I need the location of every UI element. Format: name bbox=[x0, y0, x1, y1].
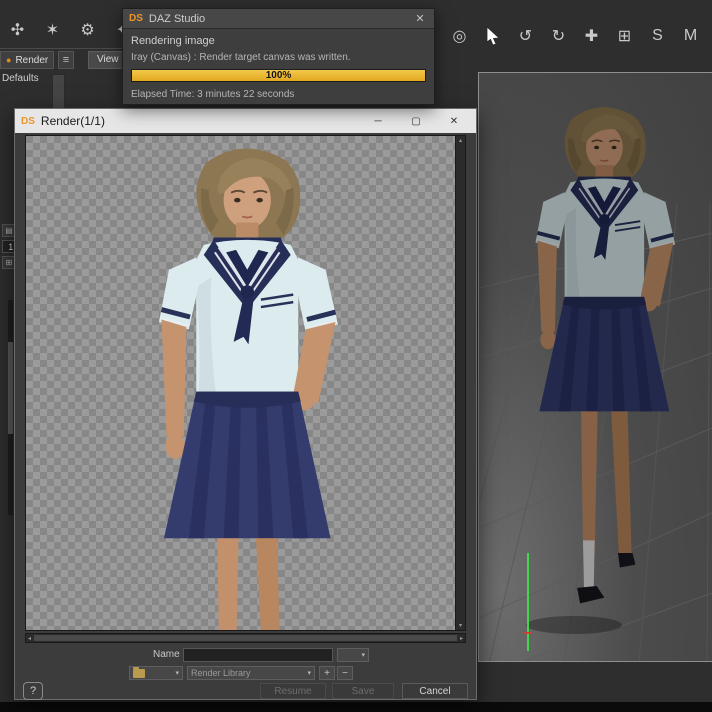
name-input[interactable] bbox=[183, 648, 333, 662]
minimize-icon[interactable]: ─ bbox=[362, 110, 394, 132]
resume-button[interactable]: Resume bbox=[260, 683, 326, 699]
rotate-view-icon[interactable]: ↺ bbox=[512, 22, 539, 49]
chevron-down-icon: ▾ bbox=[307, 670, 311, 677]
name-preset-dropdown[interactable]: ▾ bbox=[337, 648, 369, 662]
folder-icon bbox=[133, 666, 145, 678]
render-status-icon: ● bbox=[6, 55, 12, 65]
wand-icon[interactable]: ✶ bbox=[39, 16, 66, 43]
add-button[interactable]: + bbox=[319, 666, 335, 680]
name-label: Name bbox=[153, 649, 180, 660]
library-row: ▾ Render Library ▾ + − bbox=[15, 665, 476, 681]
daz-logo: DS bbox=[21, 115, 35, 127]
scroll-down-icon[interactable]: ▾ bbox=[459, 622, 462, 629]
render-library-dropdown[interactable]: Render Library ▾ bbox=[187, 666, 315, 680]
help-button[interactable]: ? bbox=[23, 682, 43, 700]
chevron-down-icon: ▾ bbox=[175, 670, 179, 677]
progress-dialog-titlebar: DS DAZ Studio ✕ bbox=[123, 9, 434, 29]
cursor-arrow-icon bbox=[486, 26, 500, 45]
render-library-value: Render Library bbox=[191, 668, 251, 678]
progress-dialog: DS DAZ Studio ✕ Rendering image Iray (Ca… bbox=[122, 8, 435, 105]
tool-settings-icon[interactable]: ⚙ bbox=[74, 16, 101, 43]
render-detail-text: Iray (Canvas) : Render target canvas was… bbox=[131, 52, 351, 63]
orbit-view-icon[interactable]: ↻ bbox=[545, 22, 572, 49]
spline-tool-icon[interactable]: S bbox=[644, 22, 671, 49]
bottom-edge bbox=[0, 702, 712, 712]
folder-dropdown[interactable]: ▾ bbox=[129, 666, 183, 680]
left-scrollbar[interactable] bbox=[8, 300, 13, 515]
progress-bar: 100% bbox=[131, 69, 426, 82]
measure-tool-icon[interactable]: M bbox=[677, 22, 704, 49]
chevron-down-icon: ▾ bbox=[361, 652, 365, 659]
pane-menu-icon[interactable]: ≡ bbox=[58, 51, 74, 69]
render-tab-label: Render bbox=[15, 54, 49, 66]
render-window-titlebar: DS Render(1/1) ─ ▢ ✕ bbox=[15, 109, 476, 133]
tab-render[interactable]: ● Render bbox=[0, 51, 55, 69]
scroll-left-icon[interactable]: ◂ bbox=[28, 635, 31, 642]
frame-view-icon[interactable]: ⊞ bbox=[611, 22, 638, 49]
viewport-toolbar: ◎ ↺ ↻ ✚ ⊞ S M bbox=[446, 22, 704, 49]
save-button[interactable]: Save bbox=[332, 683, 394, 699]
name-row: Name ▾ bbox=[15, 647, 476, 663]
progress-dialog-title: DAZ Studio bbox=[148, 12, 206, 25]
panel-divider bbox=[0, 48, 122, 49]
daz-studio-app: ✣ ✶ ⚙ ✦ View ● Render ≡ Defaults ▤ ✎ 1.0… bbox=[0, 0, 712, 712]
horizontal-scrollbar[interactable]: ◂ ▸ bbox=[25, 633, 466, 643]
progress-percent: 100% bbox=[265, 70, 292, 81]
remove-button[interactable]: − bbox=[337, 666, 353, 680]
render-status-text: Rendering image bbox=[131, 35, 215, 47]
create-figures-icon[interactable]: ✣ bbox=[4, 16, 31, 43]
vertical-scrollbar[interactable]: ▴ ▾ bbox=[455, 136, 465, 630]
maximize-icon[interactable]: ▢ bbox=[400, 110, 432, 132]
defaults-label: Defaults bbox=[2, 73, 39, 84]
render-window-title: Render(1/1) bbox=[40, 114, 105, 128]
daz-logo: DS bbox=[129, 13, 143, 24]
viewport-scene bbox=[479, 105, 712, 661]
scroll-right-icon[interactable]: ▸ bbox=[460, 635, 463, 642]
close-icon[interactable]: ✕ bbox=[412, 12, 428, 25]
left-toolbar: ✣ ✶ ⚙ ✦ bbox=[4, 16, 136, 43]
pan-view-icon[interactable]: ✚ bbox=[578, 22, 605, 49]
scrollbar-thumb[interactable] bbox=[34, 635, 457, 641]
button-row: Resume Save Cancel bbox=[15, 683, 476, 699]
pointer-tool-icon[interactable] bbox=[479, 22, 506, 49]
scroll-up-icon[interactable]: ▴ bbox=[459, 137, 462, 144]
cancel-button[interactable]: Cancel bbox=[402, 683, 468, 699]
aim-camera-icon[interactable]: ◎ bbox=[446, 22, 473, 49]
viewport-3d[interactable] bbox=[478, 72, 712, 662]
rendered-character-image bbox=[96, 138, 394, 631]
render-window: DS Render(1/1) ─ ▢ ✕ ▴ ▾ ◂ ▸ Name ▾ ▾ Re… bbox=[14, 108, 477, 700]
close-icon[interactable]: ✕ bbox=[438, 110, 470, 132]
elapsed-time-text: Elapsed Time: 3 minutes 22 seconds bbox=[131, 89, 295, 100]
render-canvas: ▴ ▾ bbox=[25, 135, 466, 631]
